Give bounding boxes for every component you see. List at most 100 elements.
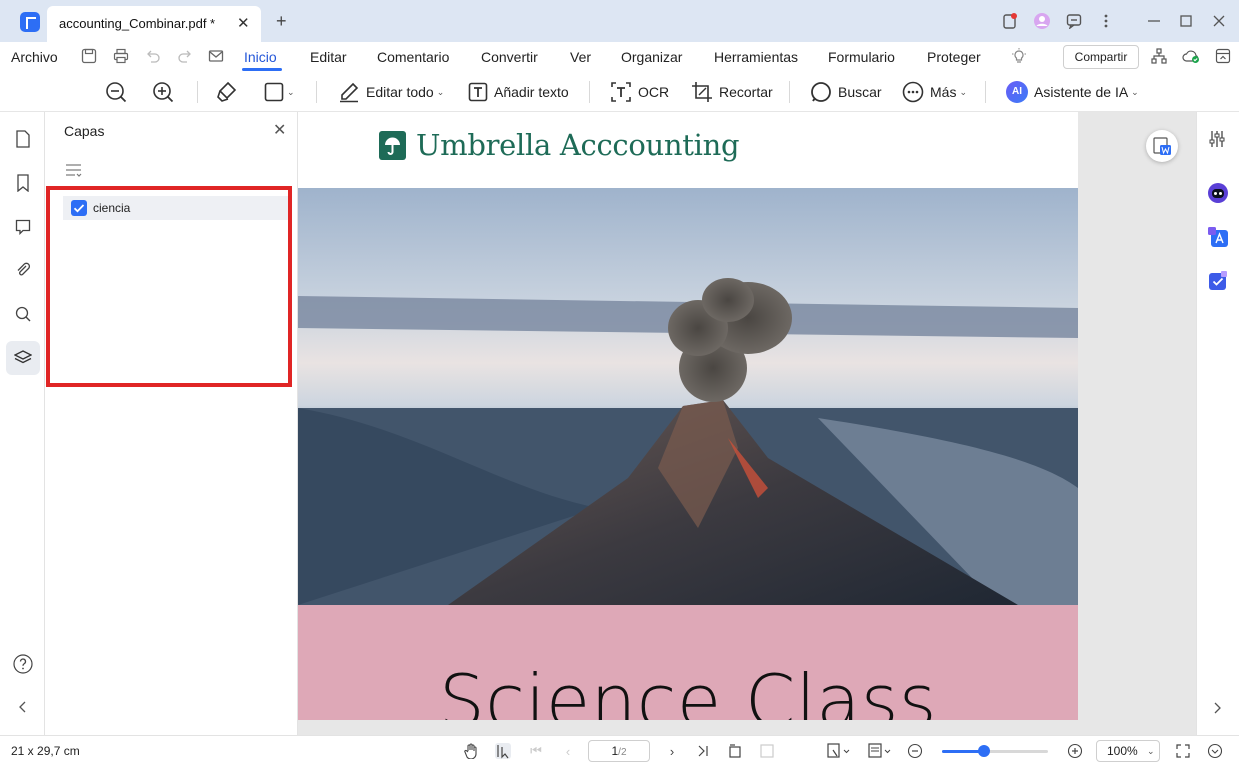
close-window-icon[interactable] <box>1208 10 1230 32</box>
mail-icon[interactable] <box>208 48 224 69</box>
tasks-check-icon[interactable] <box>1207 270 1229 297</box>
menu-ver[interactable]: Ver <box>570 49 591 65</box>
thumbnails-icon[interactable] <box>6 122 40 156</box>
help-icon[interactable] <box>6 647 40 681</box>
menu-proteger[interactable]: Proteger <box>927 49 981 65</box>
menu-comentario[interactable]: Comentario <box>377 49 449 65</box>
document-canvas[interactable]: Umbrella Acccounting Science Class <box>298 112 1196 735</box>
hand-tool-icon[interactable] <box>463 743 479 759</box>
page-heading: Science Class <box>439 659 937 720</box>
ocr-label: OCR <box>638 84 670 100</box>
maximize-icon[interactable] <box>1175 10 1197 32</box>
panel-close-icon[interactable]: ✕ <box>273 120 286 140</box>
minimize-icon[interactable] <box>1143 10 1165 32</box>
title-band: Science Class <box>298 605 1078 720</box>
next-page-icon[interactable]: › <box>664 743 680 759</box>
view-layout-icon[interactable] <box>867 743 893 759</box>
pen-edit-icon <box>340 82 359 103</box>
layer-options-icon[interactable] <box>65 162 83 183</box>
chevron-down-icon: ⌄ <box>1147 746 1155 756</box>
page-number-field[interactable]: 1/2 <box>588 740 650 762</box>
more-vertical-icon[interactable] <box>1095 10 1117 32</box>
zoom-slider-track[interactable] <box>942 750 1048 753</box>
fit-page-icon[interactable] <box>759 743 775 759</box>
network-icon[interactable] <box>1151 48 1167 69</box>
search-panel-icon[interactable] <box>6 297 40 331</box>
add-text-button[interactable]: Añadir texto <box>468 80 569 104</box>
menu-herramientas[interactable]: Herramientas <box>714 49 798 65</box>
document-tab-title: accounting_Combinar.pdf * <box>59 16 216 31</box>
menu-convertir[interactable]: Convertir <box>481 49 538 65</box>
pdf-page: Umbrella Acccounting Science Class <box>298 112 1078 720</box>
properties-sliders-icon[interactable] <box>1208 130 1226 153</box>
page-header: Umbrella Acccounting <box>298 112 1078 188</box>
word-convert-icon[interactable] <box>1146 130 1178 162</box>
bookmark-icon[interactable] <box>6 166 40 200</box>
user-avatar-icon[interactable] <box>1031 10 1053 32</box>
zoom-out-small-icon[interactable] <box>907 743 923 759</box>
highlight-button[interactable] <box>216 80 238 104</box>
zoom-in-button[interactable] <box>152 80 174 104</box>
rotate-page-icon[interactable] <box>727 743 743 759</box>
cloud-sync-icon[interactable] <box>1182 48 1200 69</box>
chevron-down-icon: ⌄ <box>287 86 295 97</box>
toolbar: ⌄ Editar todo ⌄ Añadir texto OCR Recorta… <box>0 72 1239 112</box>
feedback-icon[interactable] <box>1063 10 1085 32</box>
menu-organizar[interactable]: Organizar <box>621 49 682 65</box>
zoom-in-small-icon[interactable] <box>1067 743 1083 759</box>
crop-button[interactable]: Recortar <box>691 80 773 104</box>
edit-all-button[interactable]: Editar todo ⌄ <box>338 80 444 104</box>
more-button[interactable]: Más ⌄ <box>902 80 967 104</box>
edit-all-label: Editar todo <box>366 84 434 100</box>
chevron-down-icon: ⌄ <box>436 86 445 97</box>
print-icon[interactable] <box>113 48 129 69</box>
comment-icon[interactable] <box>6 210 40 244</box>
prev-page-icon[interactable]: ‹ <box>560 743 576 759</box>
redo-icon[interactable] <box>177 48 193 69</box>
status-bar: 21 x 29,7 cm ⏮ ‹ 1/2 › 100% ⌄ <box>0 735 1239 765</box>
select-tool-icon[interactable] <box>495 743 511 759</box>
zoom-slider-handle[interactable] <box>978 745 991 757</box>
ai-assistant-button[interactable]: AI Asistente de IA ⌄ <box>1006 80 1139 104</box>
volcano-photo <box>298 188 1078 605</box>
ai-assistant-label: Asistente de IA <box>1034 84 1129 100</box>
attachment-icon[interactable] <box>6 253 40 287</box>
tab-close-icon[interactable]: ✕ <box>237 14 250 32</box>
share-button[interactable]: Compartir <box>1063 45 1139 69</box>
first-page-icon[interactable]: ⏮ <box>528 743 544 759</box>
notification-icon[interactable] <box>999 10 1021 32</box>
zoom-level-select[interactable]: 100% ⌄ <box>1096 740 1160 762</box>
new-tab-icon[interactable]: + <box>276 11 287 32</box>
collapse-ribbon-icon[interactable] <box>1215 48 1231 69</box>
menu-archivo[interactable]: Archivo <box>11 49 58 65</box>
highlighter-icon <box>217 81 237 102</box>
title-bar: accounting_Combinar.pdf * ✕ + <box>0 0 1239 42</box>
save-icon[interactable] <box>81 48 97 69</box>
menu-formulario[interactable]: Formulario <box>828 49 895 65</box>
status-menu-icon[interactable] <box>1207 743 1223 759</box>
collapse-left-icon[interactable] <box>6 690 40 724</box>
translate-icon[interactable] <box>1207 226 1229 253</box>
zoom-out-icon <box>106 82 127 103</box>
page-mode-icon[interactable] <box>826 743 852 759</box>
crop-label: Recortar <box>719 84 773 100</box>
layers-icon[interactable] <box>6 341 40 375</box>
zoom-out-button[interactable] <box>105 80 127 104</box>
zoom-in-icon <box>153 82 174 103</box>
total-pages: /2 <box>618 747 627 758</box>
more-dots-icon <box>902 81 924 103</box>
shape-button[interactable]: ⌄ <box>264 80 295 104</box>
menu-editar[interactable]: Editar <box>310 49 347 65</box>
ocr-button[interactable]: OCR <box>610 80 669 104</box>
menu-inicio[interactable]: Inicio <box>244 49 277 65</box>
lightbulb-icon[interactable] <box>1011 48 1027 71</box>
undo-icon[interactable] <box>145 48 161 69</box>
ai-robot-icon[interactable] <box>1207 182 1229 209</box>
rectangle-icon <box>264 82 284 102</box>
last-page-icon[interactable] <box>695 743 711 759</box>
search-button[interactable]: Buscar <box>810 80 882 104</box>
document-tab[interactable]: accounting_Combinar.pdf * ✕ <box>47 6 261 42</box>
chevron-down-icon: ⌄ <box>1131 86 1139 97</box>
fullscreen-icon[interactable] <box>1175 743 1191 759</box>
expand-right-icon[interactable] <box>1213 701 1221 719</box>
